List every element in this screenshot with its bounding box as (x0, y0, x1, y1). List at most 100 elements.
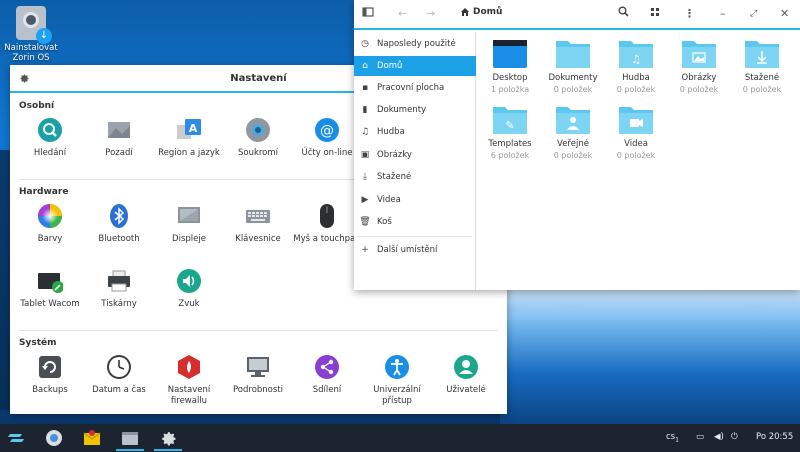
sidebar-item-desktop[interactable]: ▪ Pracovní plocha (354, 78, 476, 98)
templates-folder-icon: ✎ (493, 104, 527, 134)
folder-downloads[interactable]: Stažené 0 položek (731, 38, 793, 94)
settings-item-background[interactable]: Pozadí (81, 117, 157, 159)
folder-music[interactable]: ♫ Hudba 0 položek (605, 38, 667, 94)
settings-item-firewall[interactable]: Nastavení firewallu (151, 354, 227, 407)
settings-item-label: Tiskárny (101, 299, 137, 309)
clock-icon (106, 354, 132, 380)
settings-item-color[interactable]: Barvy (12, 203, 88, 245)
search-icon[interactable] (618, 6, 629, 22)
sidebar-item-trash[interactable]: 🗑 Koš (354, 212, 476, 232)
settings-item-keyboard[interactable]: Klávesnice (220, 203, 296, 245)
mail-client-icon[interactable] (82, 428, 102, 448)
settings-item-label: Bluetooth (98, 234, 140, 244)
maximize-icon[interactable]: ⤢ (750, 6, 757, 22)
gear-icon[interactable] (18, 72, 30, 84)
settings-item-datetime[interactable]: Datum a čas (81, 354, 157, 396)
mouse-icon (314, 203, 340, 229)
back-arrow-icon[interactable]: ← (398, 6, 407, 22)
settings-item-label: Hledání (33, 148, 67, 158)
sidebar-item-pictures[interactable]: ▣ Obrázky (354, 145, 476, 165)
breadcrumb-home[interactable]: Domů (460, 7, 502, 17)
folder-templates[interactable]: ✎ Templates 6 položek (479, 104, 541, 160)
settings-item-wacom[interactable]: Tablet Wacom (12, 268, 88, 310)
grid-view-icon[interactable] (650, 6, 660, 22)
printer-icon (106, 268, 132, 294)
users-icon (453, 354, 479, 380)
downloads-icon: ⤓ (363, 172, 367, 182)
folder-name: Templates (488, 139, 532, 149)
breadcrumb-label: Domů (473, 7, 503, 17)
tablet-icon (37, 268, 64, 294)
folder-name: Dokumenty (548, 73, 598, 83)
settings-item-search[interactable]: Hledání (12, 117, 88, 159)
volume-icon[interactable]: ◀) (714, 432, 724, 442)
folder-count: 0 položek (553, 151, 593, 160)
settings-item-region[interactable]: A Region a jazyk (151, 117, 227, 159)
pictures-icon: ▣ (360, 150, 370, 160)
desktop-icon-install-zorin[interactable]: ↓ Nainstalovat Zorin OS (4, 6, 58, 63)
forward-arrow-icon[interactable]: → (426, 6, 435, 22)
music-icon: ♫ (360, 127, 370, 137)
settings-item-sound[interactable]: Zvuk (151, 268, 227, 310)
screen-icon[interactable]: ▭ (696, 432, 704, 442)
sidebar-item-videos[interactable]: ▶ Videa (354, 190, 476, 210)
menu-icon[interactable]: ⋮ (684, 6, 695, 22)
downloads-folder-icon (745, 38, 779, 68)
settings-item-users[interactable]: Uživatelé (428, 354, 504, 396)
sidebar-toggle-icon[interactable] (362, 6, 374, 23)
settings-title: Nastavení (230, 72, 287, 84)
folder-desktop[interactable]: Desktop 1 položka (479, 38, 541, 94)
svg-text:✎: ✎ (505, 119, 514, 132)
chrome-browser-icon[interactable] (44, 428, 64, 448)
settings-item-sharing[interactable]: Sdílení (289, 354, 365, 396)
settings-item-bluetooth[interactable]: Bluetooth (81, 203, 157, 245)
zorin-menu-icon[interactable] (6, 428, 26, 448)
folder-public[interactable]: Veřejné 0 položek (542, 104, 604, 160)
settings-item-accessibility[interactable]: Univerzální přístup (359, 354, 435, 407)
settings-item-details[interactable]: Podrobnosti (220, 354, 296, 396)
folder-pictures[interactable]: Obrázky 0 položek (668, 38, 730, 94)
files-app-icon[interactable] (120, 428, 140, 448)
settings-item-displays[interactable]: Displeje (151, 203, 227, 245)
sidebar-item-label: Dokumenty (377, 105, 427, 115)
sidebar-item-label: Videa (377, 195, 401, 205)
accessibility-icon (384, 354, 410, 380)
sidebar-item-downloads[interactable]: ⤓ Stažené (354, 167, 476, 187)
keyboard-layout-indicator[interactable]: cs1 (666, 432, 679, 444)
folder-documents[interactable]: Dokumenty 0 položek (542, 38, 604, 94)
keyboard-layout-sub: 1 (675, 436, 679, 444)
folder-name: Stažené (744, 73, 780, 83)
sidebar-item-home[interactable]: ⌂ Domů (354, 56, 476, 76)
sidebar-item-music[interactable]: ♫ Hudba (354, 122, 476, 142)
bluetooth-icon (106, 203, 132, 229)
sidebar-item-label: Obrázky (377, 150, 412, 160)
clock[interactable]: Po 20:55 (756, 432, 793, 442)
sidebar-item-other-locations[interactable]: + Další umístění (354, 240, 476, 260)
close-icon[interactable]: ✕ (780, 6, 789, 22)
online-accounts-icon: @ (314, 117, 340, 143)
wallpaper-lake (500, 290, 800, 430)
privacy-icon (245, 117, 271, 143)
section-title-system: Systém (19, 338, 57, 348)
folder-icon (556, 38, 590, 68)
sidebar-item-recent[interactable]: ◷ Naposledy použité (354, 34, 476, 54)
desktop-icon-label: Nainstalovat Zorin OS (4, 43, 58, 63)
folder-videos[interactable]: Videa 0 položek (605, 104, 667, 160)
power-icon[interactable]: ⏻ (731, 432, 738, 442)
document-icon: ▮ (362, 105, 368, 115)
minimize-icon[interactable]: – (720, 6, 726, 22)
settings-item-label: Klávesnice (235, 234, 281, 244)
settings-item-printers[interactable]: Tiskárny (81, 268, 157, 310)
sharing-icon (314, 354, 340, 380)
sidebar-item-label: Stažené (377, 172, 412, 182)
settings-item-privacy[interactable]: Soukromí (220, 117, 296, 159)
background-icon (106, 117, 132, 143)
sidebar-divider (358, 236, 472, 237)
sidebar-item-documents[interactable]: ▮ Dokumenty (354, 100, 476, 120)
settings-app-icon[interactable] (158, 428, 178, 448)
backups-icon (37, 354, 63, 380)
settings-item-label: Nastavení firewallu (167, 385, 211, 406)
settings-item-backups[interactable]: Backups (12, 354, 88, 396)
home-icon: ⌂ (362, 61, 368, 71)
settings-item-label: Univerzální přístup (373, 385, 421, 406)
